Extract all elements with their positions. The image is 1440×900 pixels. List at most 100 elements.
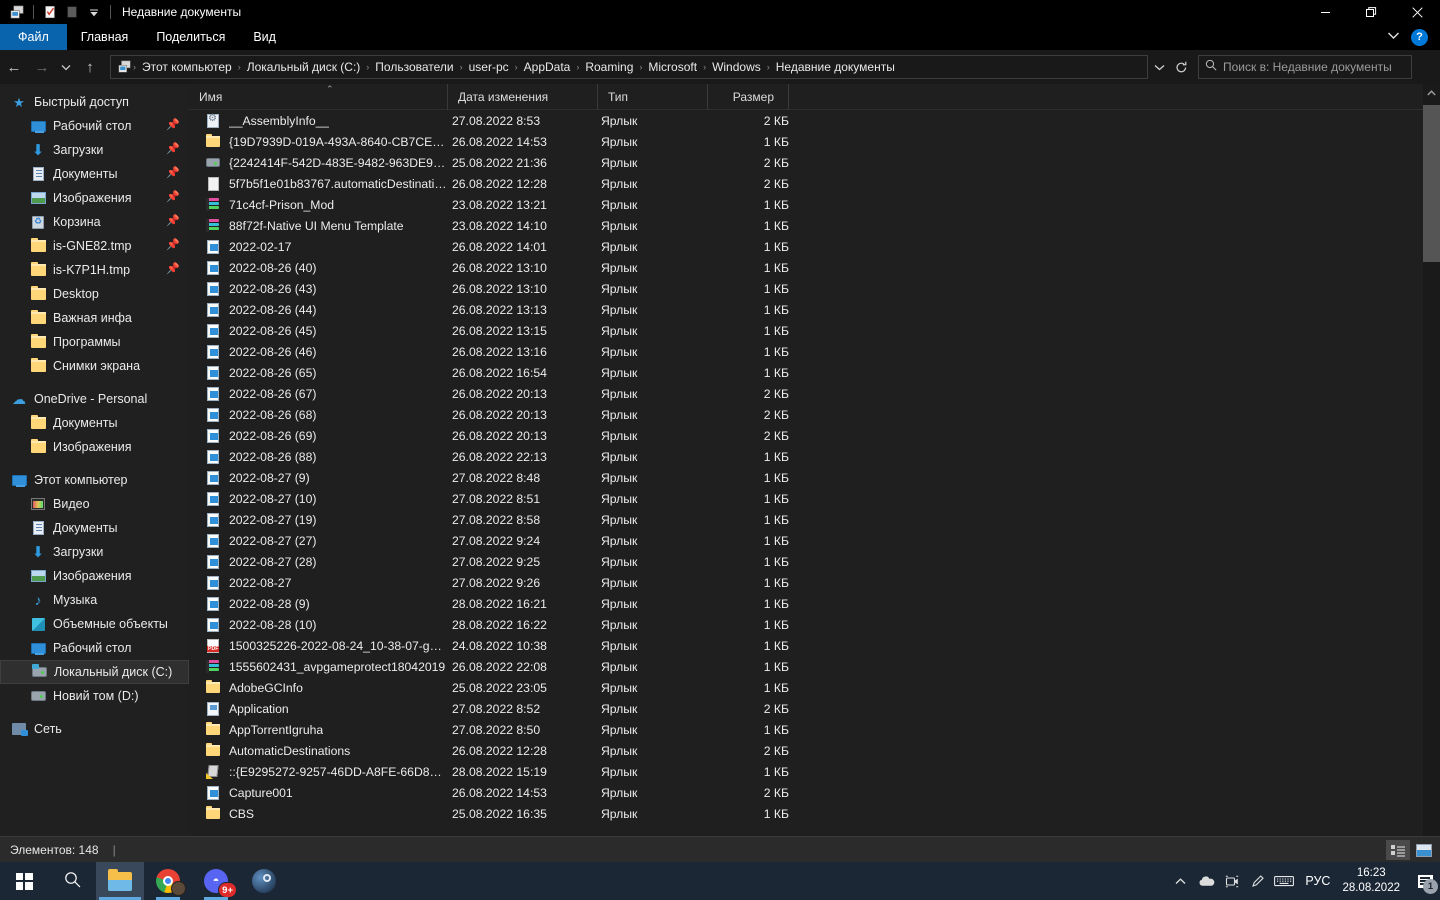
table-row[interactable]: CBS 25.08.2022 16:35 Ярлык 1 КБ [189,803,1440,824]
onedrive-icon[interactable] [1193,862,1219,900]
sidebar-item-pictures[interactable]: Изображения 📌 [0,186,189,210]
pen-icon[interactable] [1245,862,1271,900]
properties-icon[interactable] [39,2,61,22]
scrollbar-thumb[interactable] [1423,105,1440,262]
table-row[interactable]: Capture001 26.08.2022 14:53 Ярлык 2 КБ [189,782,1440,803]
chevron-down-icon[interactable] [1383,31,1403,43]
sidebar-item-downloads[interactable]: ⬇ Загрузки 📌 [0,138,189,162]
sidebar-group-this-pc[interactable]: Этот компьютер [0,468,189,492]
sidebar-item-pc-desktop[interactable]: Рабочий стол [0,636,189,660]
column-header-type[interactable]: Тип [598,83,708,110]
sidebar-item-new-volume-d[interactable]: Новий том (D:) [0,684,189,708]
sidebar-item-pc-pictures[interactable]: Изображения [0,564,189,588]
table-row[interactable]: 2022-08-28 (10) 28.08.2022 16:22 Ярлык 1 КБ [189,614,1440,635]
table-row[interactable]: 1555602431_avpgameprotect18042019 26.08.2… [189,656,1440,677]
breadcrumb-item-0[interactable]: Этот компьютер [137,60,237,74]
sidebar-item-videos[interactable]: Видео [0,492,189,516]
show-hidden-icons-button[interactable] [1167,862,1193,900]
pin-icon[interactable]: 📌 [166,119,180,132]
breadcrumb-item-7[interactable]: Windows [707,60,766,74]
table-row[interactable]: 5f7b5f1e01b83767.automaticDestinations..… [189,173,1440,194]
customize-qat-icon[interactable] [83,2,105,22]
sidebar-item-onedrive-documents[interactable]: Документы [0,411,189,435]
breadcrumb-item-5[interactable]: Roaming [580,60,638,74]
sidebar-item-programs[interactable]: Программы [0,330,189,354]
details-view-button[interactable] [1386,840,1410,860]
column-header-size[interactable]: Размер [708,83,789,110]
table-row[interactable]: ::{E9295272-9257-46DD-A8FE-66D82094C... 2… [189,761,1440,782]
table-row[interactable]: 2022-08-26 (68) 26.08.2022 20:13 Ярлык 2 КБ [189,404,1440,425]
table-row[interactable]: 2022-08-26 (69) 26.08.2022 20:13 Ярлык 2 КБ [189,425,1440,446]
table-row[interactable]: 2022-08-27 27.08.2022 9:26 Ярлык 1 КБ [189,572,1440,593]
table-row[interactable]: {2242414F-542D-483E-9482-963DE9D96779} 25… [189,152,1440,173]
tab-share[interactable]: Поделиться [142,24,239,50]
table-row[interactable]: 2022-08-26 (40) 26.08.2022 13:10 Ярлык 1 КБ [189,257,1440,278]
pin-icon[interactable]: 📌 [166,263,180,276]
table-row[interactable]: 1500325226-2022-08-24_10-38-07-gasbill 24… [189,635,1440,656]
breadcrumb-item-4[interactable]: AppData [519,60,576,74]
address-bar[interactable]: › Этот компьютер › Локальный диск (C:) ›… [110,55,1148,79]
forward-button[interactable]: → [28,53,56,81]
sidebar-item-important-info[interactable]: Важная инфа [0,306,189,330]
sidebar-item-is-gne82[interactable]: is-GNE82.tmp 📌 [0,234,189,258]
explorer-icon[interactable] [6,2,28,22]
scroll-up-button[interactable] [1423,84,1440,101]
new-folder-icon[interactable] [61,2,83,22]
taskbar-file-explorer[interactable] [96,862,144,900]
table-row[interactable]: 2022-08-27 (19) 27.08.2022 8:58 Ярлык 1 КБ [189,509,1440,530]
column-header-name[interactable]: ⌃ Имя [189,83,448,110]
table-row[interactable]: 2022-08-26 (46) 26.08.2022 13:16 Ярлык 1 КБ [189,341,1440,362]
sidebar-item-desktop-folder[interactable]: Desktop [0,282,189,306]
sidebar-item-screenshots[interactable]: Снимки экрана [0,354,189,378]
table-row[interactable]: __AssemblyInfo__ 27.08.2022 8:53 Ярлык 2 КБ [189,110,1440,131]
keyboard-icon[interactable] [1271,862,1297,900]
tab-file[interactable]: Файл [0,24,67,50]
refresh-button[interactable] [1170,56,1192,78]
restore-button[interactable] [1348,0,1394,24]
table-row[interactable]: 88f72f-Native UI Menu Template 23.08.2022… [189,215,1440,236]
tab-view[interactable]: Вид [239,24,290,50]
sidebar-item-pc-downloads[interactable]: ⬇ Загрузки [0,540,189,564]
breadcrumb-item-2[interactable]: Пользователи [370,60,458,74]
table-row[interactable]: 2022-02-17 26.08.2022 14:01 Ярлык 1 КБ [189,236,1440,257]
minimize-button[interactable] [1302,0,1348,24]
table-row[interactable]: 2022-08-26 (45) 26.08.2022 13:15 Ярлык 1 КБ [189,320,1440,341]
sidebar-item-recycle-bin[interactable]: Корзина 📌 [0,210,189,234]
sidebar-item-3d-objects[interactable]: Объемные объекты [0,612,189,636]
clock[interactable]: 16:23 28.08.2022 [1338,866,1410,896]
column-header-date-modified[interactable]: Дата изменения [448,83,598,110]
table-row[interactable]: {19D7939D-019A-493A-8640-CB7CE159EF... 26… [189,131,1440,152]
vertical-scrollbar[interactable] [1423,84,1440,836]
sidebar-item-desktop[interactable]: Рабочий стол 📌 [0,114,189,138]
table-row[interactable]: 71c4cf-Prison_Mod 23.08.2022 13:21 Ярлык 1 … [189,194,1440,215]
table-row[interactable]: 2022-08-28 (9) 28.08.2022 16:21 Ярлык 1 КБ [189,593,1440,614]
table-row[interactable]: Application 27.08.2022 8:52 Ярлык 2 КБ [189,698,1440,719]
search-box[interactable]: Поиск в: Недавние документы [1198,55,1412,79]
sidebar-item-is-k7p1h[interactable]: is-K7P1H.tmp 📌 [0,258,189,282]
table-row[interactable]: 2022-08-27 (10) 27.08.2022 8:51 Ярлык 1 КБ [189,488,1440,509]
help-icon[interactable]: ? [1411,28,1428,46]
table-row[interactable]: 2022-08-26 (43) 26.08.2022 13:10 Ярлык 1 КБ [189,278,1440,299]
start-button[interactable] [0,862,48,900]
close-button[interactable] [1394,0,1440,24]
sidebar-group-network[interactable]: Сеть [0,717,189,741]
sidebar-item-pc-documents[interactable]: Документы [0,516,189,540]
language-indicator[interactable]: РУС [1297,874,1338,888]
sidebar-item-documents[interactable]: Документы 📌 [0,162,189,186]
breadcrumb-item-3[interactable]: user-pc [464,60,514,74]
taskbar-discord[interactable]: ◓ 9+ [192,862,240,900]
tab-home[interactable]: Главная [67,24,143,50]
pin-icon[interactable]: 📌 [166,167,180,180]
sidebar-item-onedrive-pictures[interactable]: Изображения [0,435,189,459]
breadcrumb-item-8[interactable]: Недавние документы [771,60,900,74]
taskbar-search-button[interactable] [48,862,96,900]
sidebar-item-music[interactable]: ♪ Музыка [0,588,189,612]
table-row[interactable]: 2022-08-26 (44) 26.08.2022 13:13 Ярлык 1 КБ [189,299,1440,320]
address-dropdown-button[interactable] [1148,56,1170,78]
back-button[interactable]: ← [0,53,28,81]
table-row[interactable]: 2022-08-27 (27) 27.08.2022 9:24 Ярлык 1 КБ [189,530,1440,551]
up-button[interactable]: ↑ [76,53,104,81]
table-row[interactable]: 2022-08-27 (28) 27.08.2022 9:25 Ярлык 1 КБ [189,551,1440,572]
table-row[interactable]: AdobeGCInfo 25.08.2022 23:05 Ярлык 1 КБ [189,677,1440,698]
sidebar-group-quick-access[interactable]: ★ Быстрый доступ [0,90,189,114]
